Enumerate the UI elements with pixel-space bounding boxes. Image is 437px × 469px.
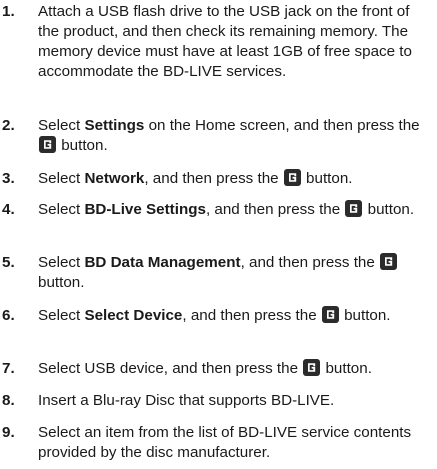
- step-text: Select BD-Live Settings, and then press …: [38, 200, 415, 218]
- step-number: 5.: [2, 254, 15, 271]
- enter-button-icon: [39, 136, 56, 153]
- step-text: Select BD Data Management, and then pres…: [38, 253, 433, 293]
- enter-button-icon: [283, 169, 301, 186]
- step-number: 4.: [2, 201, 15, 218]
- step-number: 9.: [2, 424, 15, 441]
- menu-item-bd-live-settings: BD-Live Settings: [84, 201, 206, 218]
- menu-item-settings: Settings: [84, 117, 145, 134]
- step-number: 7.: [2, 360, 15, 377]
- step-text: Select USB device, and then press the bu…: [38, 359, 372, 377]
- step-number: 6.: [2, 307, 15, 324]
- enter-button-icon: [321, 306, 339, 323]
- menu-item-network: Network: [84, 170, 145, 187]
- step-number: 2.: [2, 117, 15, 134]
- menu-item-select-device: Select Device: [84, 307, 183, 324]
- enter-button-icon: [303, 359, 321, 376]
- step-number: 1.: [2, 3, 15, 20]
- step-number: 3.: [2, 170, 15, 187]
- step-number: 8.: [2, 392, 15, 409]
- step-text: Select Settings on the Home screen, and …: [38, 117, 420, 154]
- instruction-steps: 1. Attach a USB flash drive to the USB j…: [0, 0, 437, 469]
- enter-button-icon: [380, 253, 398, 270]
- step-text: Select Network, and then press the butto…: [38, 169, 353, 187]
- enter-button-icon: [345, 200, 363, 217]
- step-text: Select Select Device, and then press the…: [38, 306, 391, 324]
- step-text: Insert a Blu-ray Disc that supports BD-L…: [38, 392, 335, 409]
- step-text: Select an item from the list of BD-LIVE …: [38, 424, 412, 461]
- menu-item-bd-data-management: BD Data Management: [84, 254, 241, 271]
- step-text: Attach a USB flash drive to the USB jack…: [38, 3, 412, 80]
